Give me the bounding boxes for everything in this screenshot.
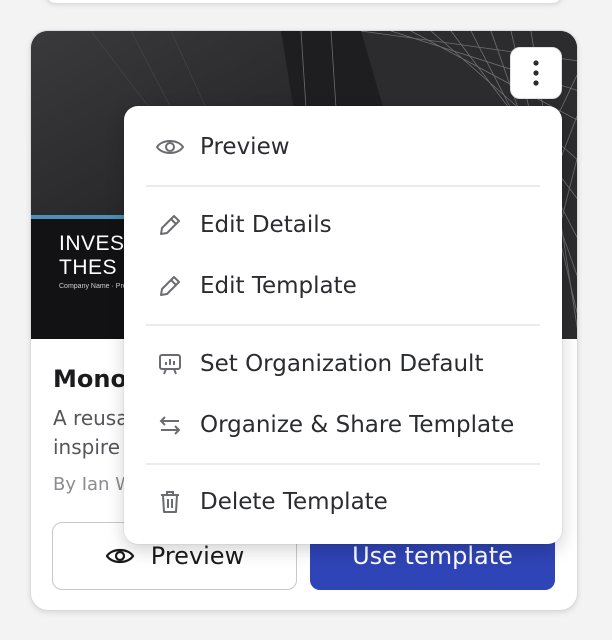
menu-divider: [146, 185, 540, 187]
previous-card-edge: [44, 0, 564, 4]
slide-title-line2: THES: [59, 256, 118, 279]
menu-item-delete-template[interactable]: Delete Template: [124, 476, 562, 528]
menu-item-organize-share[interactable]: Organize & Share Template: [124, 399, 562, 451]
menu-item-label: Edit Template: [200, 273, 357, 299]
more-options-button[interactable]: [510, 47, 562, 99]
pencil-icon: [154, 209, 186, 241]
vertical-dots-icon: [533, 60, 539, 86]
preview-button-label: Preview: [150, 542, 245, 570]
menu-item-label: Edit Details: [200, 212, 332, 238]
pencil-icon: [154, 270, 186, 302]
slide-title-line1: INVES: [59, 232, 125, 255]
template-title: Mono: [53, 365, 127, 393]
menu-item-label: Organize & Share Template: [200, 412, 515, 438]
options-menu: Preview Edit Details Edit Template Set O…: [124, 106, 562, 544]
template-author: By Ian W: [53, 474, 133, 495]
menu-item-edit-details[interactable]: Edit Details: [124, 199, 562, 251]
menu-item-preview[interactable]: Preview: [124, 121, 562, 173]
menu-item-edit-template[interactable]: Edit Template: [124, 260, 562, 312]
eye-icon: [154, 131, 186, 163]
trash-icon: [154, 486, 186, 518]
slide-title: INVES THES: [59, 232, 131, 280]
slide-accent-stripe: [31, 215, 131, 219]
slide-subtitle: Company Name · Pre: [59, 283, 127, 290]
menu-divider: [146, 463, 540, 465]
menu-item-label: Delete Template: [200, 489, 388, 515]
swap-arrows-icon: [154, 409, 186, 441]
presentation-icon: [154, 348, 186, 380]
use-template-label: Use template: [352, 542, 513, 570]
menu-item-label: Preview: [200, 134, 290, 160]
menu-item-set-org-default[interactable]: Set Organization Default: [124, 338, 562, 390]
eye-icon: [105, 548, 135, 564]
menu-divider: [146, 324, 540, 326]
menu-item-label: Set Organization Default: [200, 351, 484, 377]
